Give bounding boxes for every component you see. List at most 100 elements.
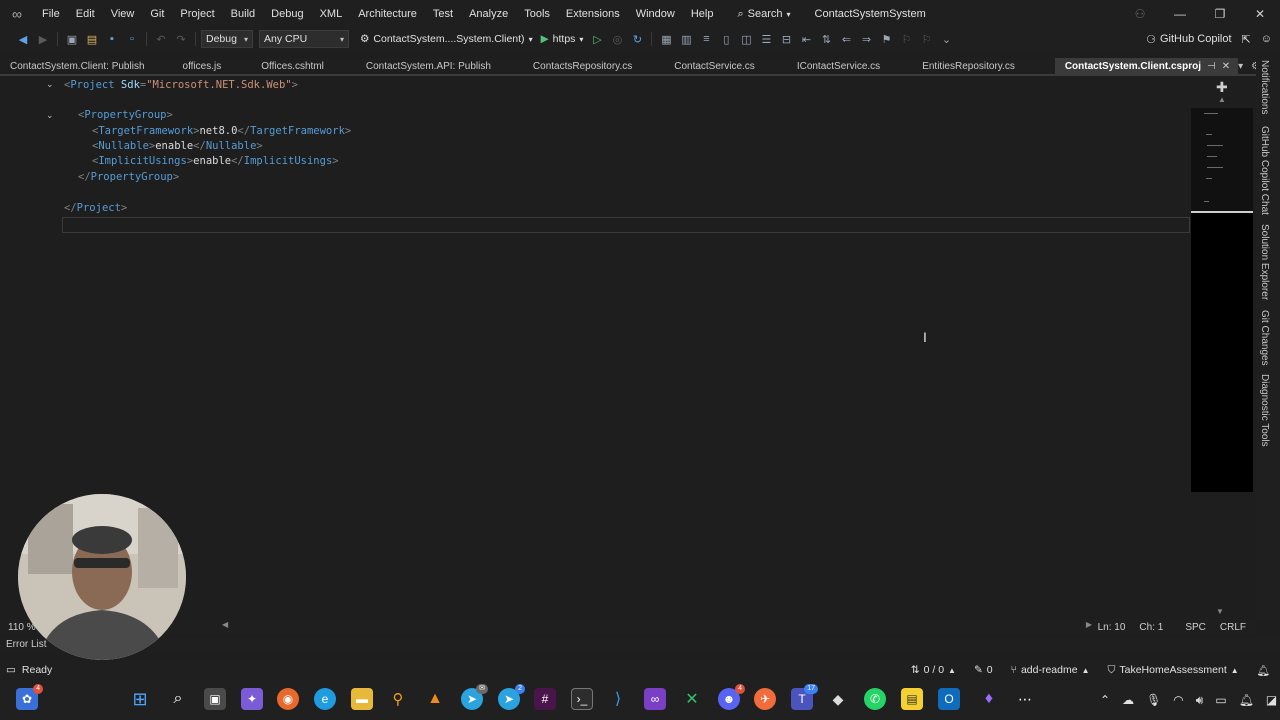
split-editor-icon[interactable]: ✚ — [1216, 79, 1228, 96]
toolbar-overflow-icon[interactable]: ⌄ — [937, 30, 955, 48]
collapse-chevron-icon[interactable]: ⌄ — [46, 79, 54, 90]
bookmark-next-icon[interactable]: ⚐ — [897, 30, 915, 48]
tab-offices-js[interactable]: offices.js — [153, 58, 230, 74]
menu-build[interactable]: Build — [223, 0, 263, 28]
slack-icon[interactable]: # — [534, 688, 556, 710]
scroll-up-icon[interactable]: ▲ — [1218, 95, 1226, 104]
sort-icon[interactable]: ⇅ — [817, 30, 835, 48]
battery-icon[interactable]: ▭ — [1215, 693, 1226, 707]
visual-studio-icon[interactable]: ∞ — [644, 688, 666, 710]
tab-contactsystem-client-csproj[interactable]: ContactSystem.Client.csproj ⊣ ✕ — [1054, 58, 1239, 74]
teams-icon[interactable]: T 17 — [791, 684, 818, 710]
menu-view[interactable]: View — [103, 0, 143, 28]
redo-icon[interactable]: ↷ — [172, 30, 190, 48]
rail-notifications[interactable]: Notifications — [1259, 60, 1270, 114]
telegram-2-icon[interactable]: ➤ 2 — [498, 684, 525, 710]
output-window-icon[interactable]: ▭ — [6, 664, 16, 676]
minimap-viewport[interactable] — [1191, 108, 1253, 213]
platform-select[interactable]: Any CPU ▾ — [259, 30, 349, 48]
tab-contactservice-cs[interactable]: ContactService.cs — [640, 58, 763, 74]
collapse-chevron-icon[interactable]: ⌄ — [46, 110, 54, 121]
bookmark-icon[interactable]: ⚑ — [877, 30, 895, 48]
menu-tools[interactable]: Tools — [516, 0, 558, 28]
document-icon[interactable]: ▯ — [717, 30, 735, 48]
code-editor[interactable]: ⌄ <Project Sdk="Microsoft.NET.Sdk.Web"> … — [0, 77, 1190, 618]
restore-button[interactable]: ❐ — [1200, 0, 1240, 28]
indent-icon[interactable]: ⇒ — [857, 30, 875, 48]
format-icon[interactable]: ≡ — [697, 30, 715, 48]
outdent-icon[interactable]: ⇐ — [837, 30, 855, 48]
new-project-icon[interactable]: ▣ — [63, 30, 81, 48]
whitespace-mode[interactable]: SPC — [1185, 622, 1206, 633]
menu-test[interactable]: Test — [425, 0, 461, 28]
notifications-bell-icon[interactable]: 🔔︎ — [1257, 664, 1270, 677]
search-tool-icon[interactable]: ⚲ — [387, 688, 409, 710]
navigate-back-icon[interactable]: ◀ — [14, 30, 32, 48]
menu-analyze[interactable]: Analyze — [461, 0, 516, 28]
whatsapp-icon[interactable]: ✆ — [864, 688, 886, 710]
rail-diagnostic-tools[interactable]: Diagnostic Tools — [1259, 374, 1270, 447]
git-changes-count[interactable]: ✎ 0 — [974, 664, 993, 676]
more-apps-icon[interactable]: ⋯ — [1014, 688, 1036, 710]
tab-contactsrepository-cs[interactable]: ContactsRepository.cs — [499, 58, 640, 74]
menu-window[interactable]: Window — [628, 0, 683, 28]
start-windows-icon[interactable]: ⊞ — [129, 688, 151, 710]
save-all-icon[interactable]: ▫ — [123, 30, 141, 48]
visual-studio-preview-icon[interactable]: ♦ — [978, 688, 1000, 710]
discord-icon[interactable]: ☻ 4 — [718, 684, 745, 710]
telegram-icon[interactable]: ➤ ✉ — [461, 684, 488, 710]
bookmark-clear-icon[interactable]: ⚐ — [917, 30, 935, 48]
snippet-icon[interactable]: ⊟ — [777, 30, 795, 48]
error-list-tab[interactable]: Error List — [0, 637, 1280, 653]
outlook-icon[interactable]: O — [938, 688, 960, 710]
scroll-right-icon[interactable]: ▶ — [1086, 620, 1092, 629]
bell-icon[interactable]: 🔔︎ — [1239, 693, 1254, 707]
github-copilot-button[interactable]: ⚆ GitHub Copilot ⇱ ☺ — [1146, 33, 1280, 46]
sticky-notes-icon[interactable]: ▤ — [901, 688, 923, 710]
minimap[interactable] — [1191, 108, 1253, 492]
wifi-icon[interactable]: ◠ — [1173, 693, 1183, 707]
tab-contactsystem-client-publish[interactable]: ContactSystem.Client: Publish — [0, 58, 153, 74]
horizontal-scrollbar[interactable]: ◀ ▶ — [222, 620, 1092, 631]
rail-solution-explorer[interactable]: Solution Explorer — [1259, 224, 1270, 300]
git-branch[interactable]: ⑂ add-readme ▲ — [1011, 664, 1090, 676]
vlc-icon[interactable]: ▲ — [424, 688, 446, 710]
configuration-select[interactable]: Debug ▾ — [201, 30, 253, 48]
menu-debug[interactable]: Debug — [263, 0, 311, 28]
tab-list-dropdown-icon[interactable]: ▾ — [1238, 61, 1243, 72]
tab-icontactservice-cs[interactable]: IContactService.cs — [763, 58, 888, 74]
menu-extensions[interactable]: Extensions — [558, 0, 628, 28]
account-icon[interactable]: ⚇ — [1120, 0, 1160, 28]
menu-file[interactable]: File — [34, 0, 68, 28]
volume-icon[interactable]: 🔊︎ — [1196, 693, 1204, 708]
rail-copilot-chat[interactable]: GitHub Copilot Chat — [1259, 126, 1270, 215]
task-view-icon[interactable]: ▣ — [204, 688, 226, 710]
close-window-button[interactable]: ✕ — [1240, 0, 1280, 28]
menu-xml[interactable]: XML — [312, 0, 351, 28]
save-icon[interactable]: ▪ — [103, 30, 121, 48]
align-icon[interactable]: ⇤ — [797, 30, 815, 48]
notification-center-icon[interactable]: ◪ — [1266, 693, 1277, 707]
postman-icon[interactable]: ✈ — [754, 688, 776, 710]
start-debugging-button[interactable]: ▶ https ▾ — [538, 33, 587, 45]
tab-contactsystem-api-publish[interactable]: ContactSystem.API: Publish — [332, 58, 499, 74]
rail-git-changes[interactable]: Git Changes — [1259, 310, 1270, 366]
copilot-app-icon[interactable]: ✦ — [241, 688, 263, 710]
menu-help[interactable]: Help — [683, 0, 722, 28]
browse-icon[interactable]: ▦ — [657, 30, 675, 48]
close-tab-icon[interactable]: ✕ — [1222, 61, 1230, 72]
tab-offices-cshtml[interactable]: Offices.cshtml — [229, 58, 332, 74]
terminal-icon[interactable]: ›_ — [571, 688, 593, 710]
vscode-icon[interactable]: ⟩ — [607, 688, 629, 710]
menu-edit[interactable]: Edit — [68, 0, 103, 28]
start-without-debugging-icon[interactable]: ▷ — [588, 30, 606, 48]
minimize-button[interactable]: — — [1160, 0, 1200, 28]
tab-entitiesrepository-cs[interactable]: EntitiesRepository.cs — [888, 58, 1023, 74]
git-repository[interactable]: ⛉ TakeHomeAssessment ▲ — [1107, 664, 1238, 677]
edge-icon[interactable]: e — [314, 688, 336, 710]
taskbar-app-icon[interactable]: ✿ 4 — [16, 684, 43, 710]
microphone-icon[interactable]: 🎙︎ — [1146, 693, 1161, 707]
firefox-icon[interactable]: ◉ — [277, 688, 299, 710]
scroll-left-icon[interactable]: ◀ — [222, 620, 228, 629]
navigate-forward-icon[interactable]: ▶ — [34, 30, 52, 48]
